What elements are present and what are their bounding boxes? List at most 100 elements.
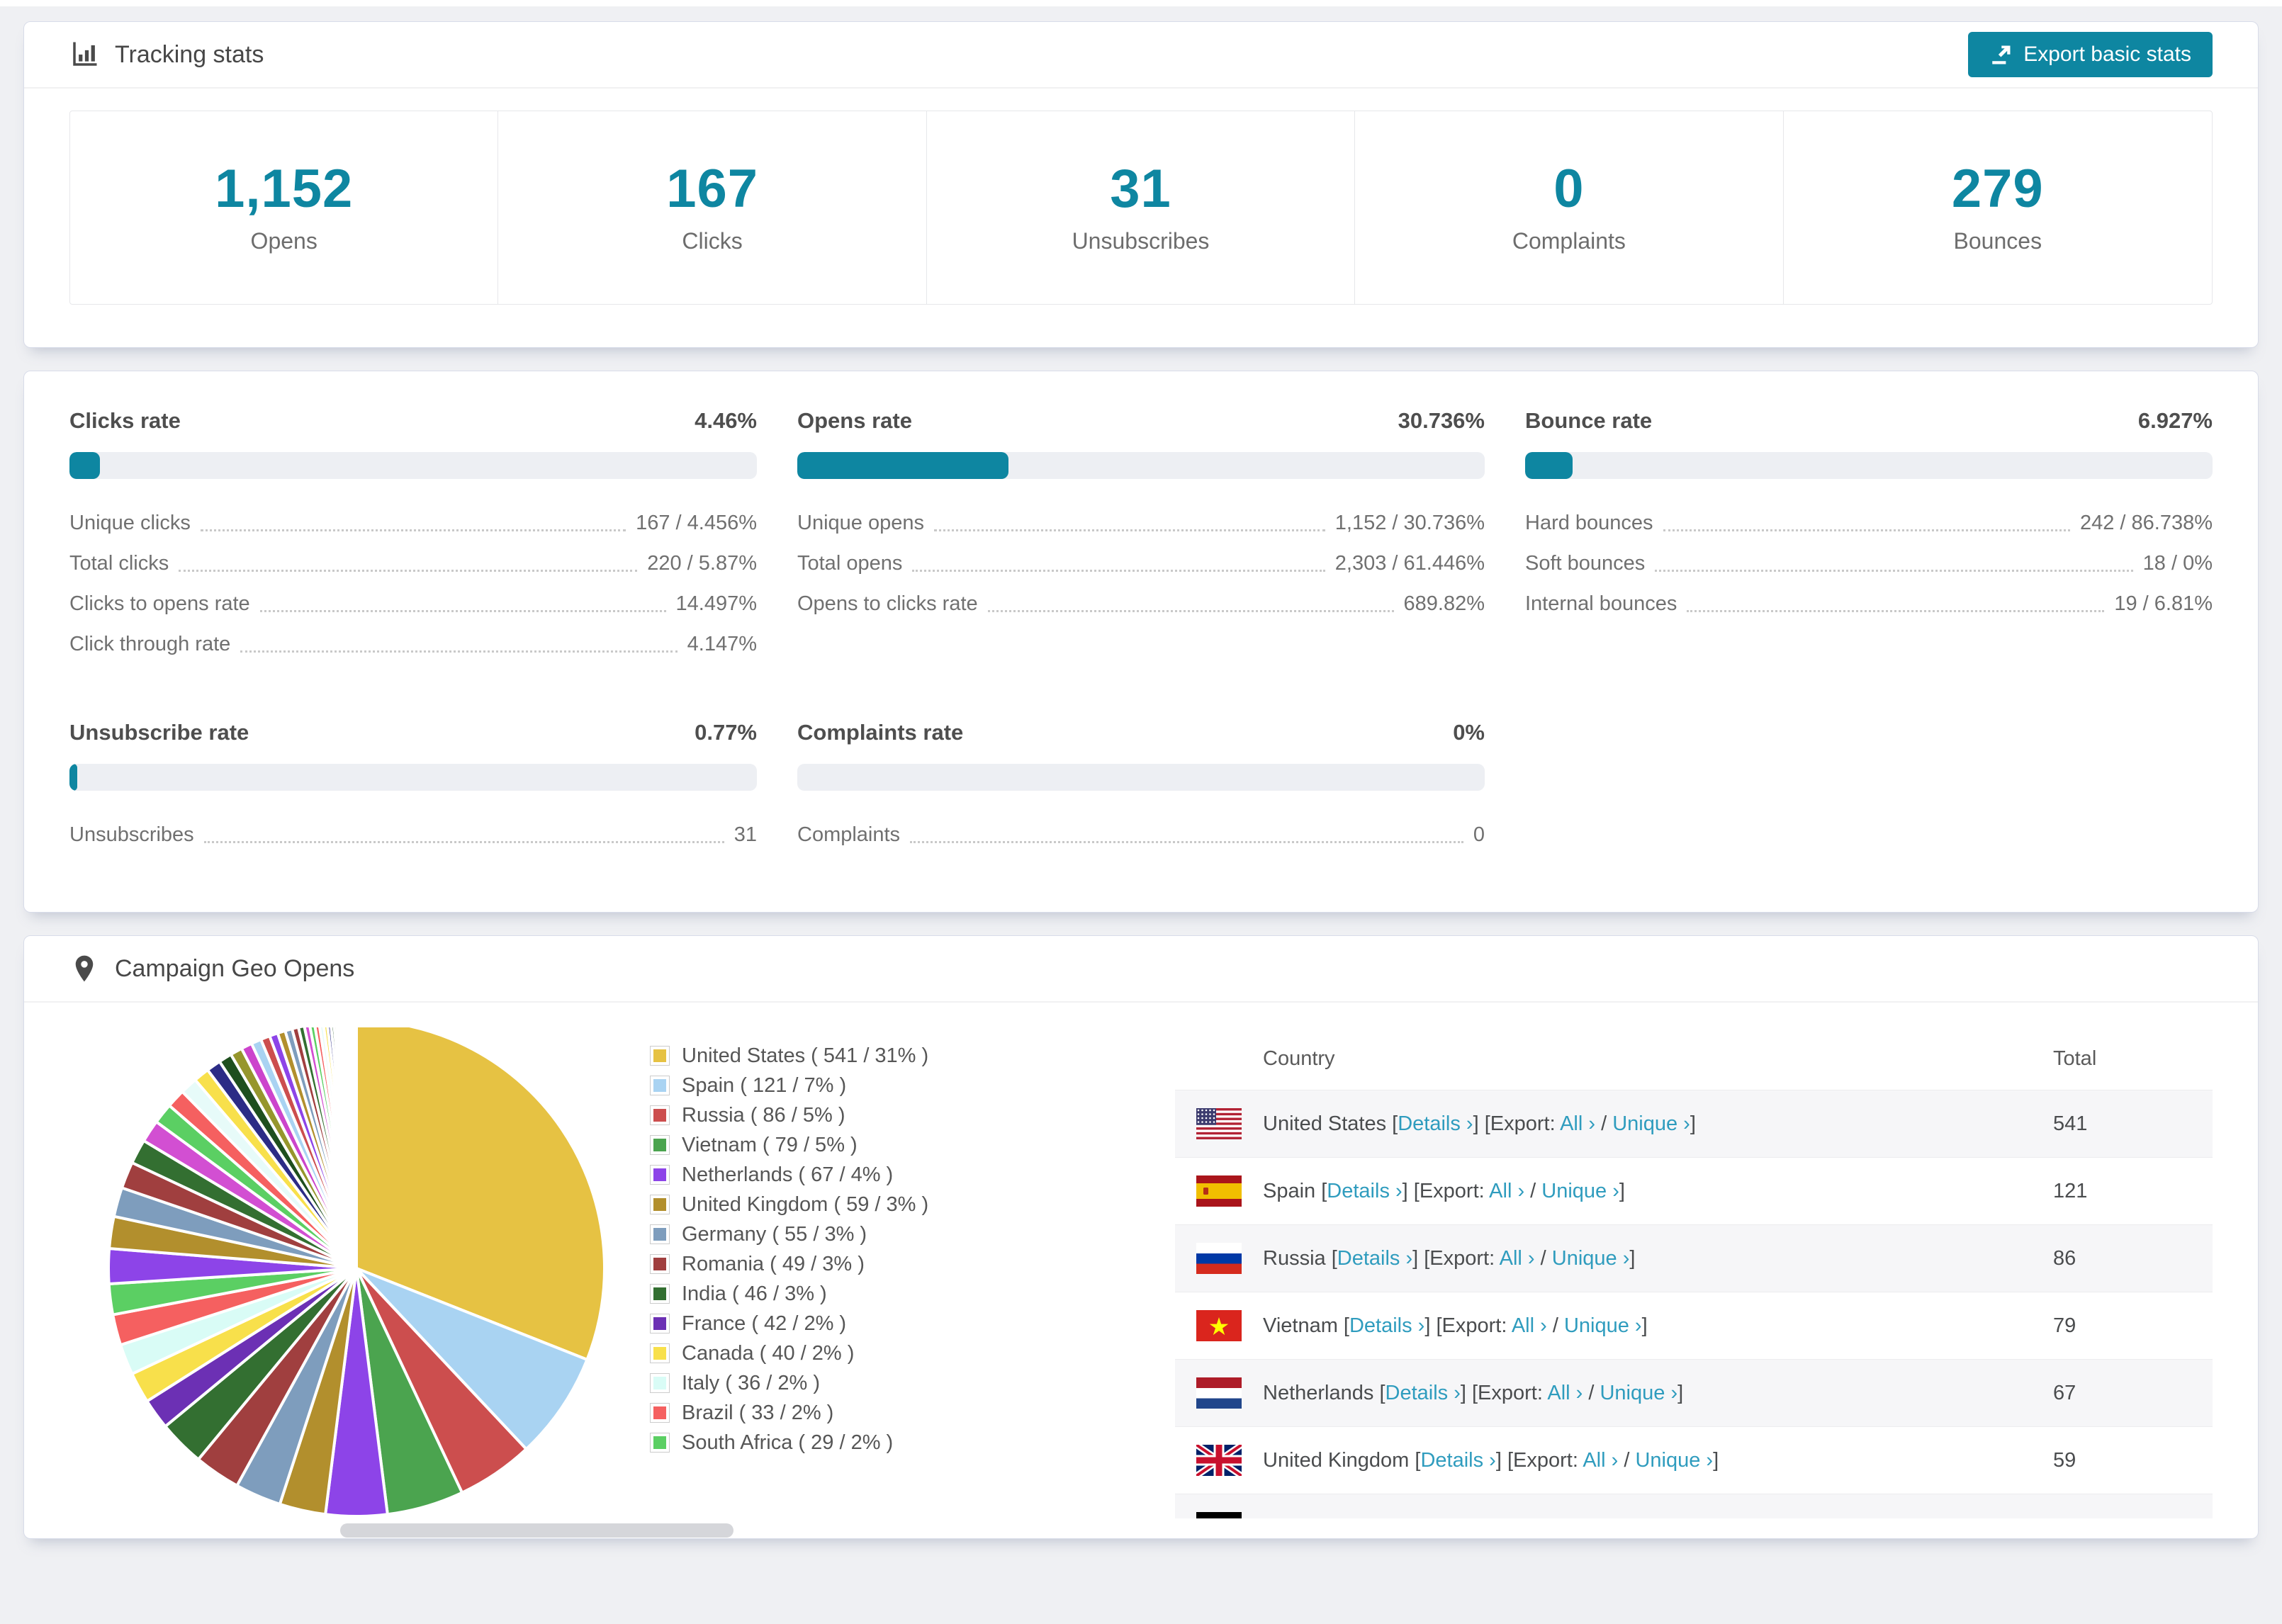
- details-link[interactable]: Details ›: [1398, 1112, 1473, 1135]
- progress-bar-fill: [69, 764, 77, 791]
- rate-detail-label: Unsubscribes: [69, 823, 194, 846]
- ru-flag-icon: [1196, 1243, 1242, 1274]
- country-name: United Kingdom: [1263, 1448, 1415, 1472]
- details-link[interactable]: Details ›: [1337, 1247, 1412, 1270]
- gb-flag-icon: [1196, 1445, 1242, 1476]
- progress-bar: [69, 452, 757, 479]
- progress-bar-fill: [1525, 452, 1573, 479]
- legend-label: France ( 42 / 2% ): [682, 1312, 847, 1335]
- legend-item-russia[interactable]: Russia ( 86 / 5% ): [650, 1105, 1175, 1126]
- total-cell: 541: [2053, 1112, 2088, 1135]
- country-column-header: Country: [1263, 1047, 1335, 1070]
- geo-opens-card: Campaign Geo Opens United States ( 541 /…: [23, 935, 2259, 1539]
- total-cell: 86: [2053, 1246, 2076, 1270]
- country-links: Netherlands [Details ›] [Export: All › /…: [1263, 1381, 1684, 1404]
- export-unique-link[interactable]: Unique ›: [1600, 1382, 1677, 1404]
- rate-title: Unsubscribe rate: [69, 720, 249, 745]
- rate-detail-label: Complaints: [797, 823, 901, 846]
- rate-head: Bounce rate 6.927%: [1525, 408, 2213, 434]
- details-link[interactable]: Details ›: [1386, 1382, 1461, 1404]
- legend-label: India ( 46 / 3% ): [682, 1282, 827, 1305]
- geo-pie-legend: United States ( 541 / 31% ) Spain ( 121 /…: [650, 1027, 1175, 1527]
- export-all-link[interactable]: All ›: [1560, 1112, 1595, 1135]
- legend-item-south-africa[interactable]: South Africa ( 29 / 2% ): [650, 1432, 1175, 1453]
- legend-swatch: [650, 1254, 670, 1274]
- legend-swatch: [650, 1224, 670, 1244]
- rate-detail-row: Clicks to opens rate 14.497%: [69, 584, 757, 624]
- rates-card: Clicks rate 4.46% Unique clicks 167 / 4.456…: [23, 371, 2259, 913]
- country-links: Russia [Details ›] [Export: All › / Uniq…: [1263, 1246, 1636, 1270]
- rate-detail-value: 31: [734, 823, 757, 846]
- rate-rows: Hard bounces 242 / 86.738% Soft bounces 18 …: [1525, 503, 2213, 624]
- export-unique-link[interactable]: Unique ›: [1564, 1314, 1642, 1337]
- export-all-link[interactable]: All ›: [1547, 1382, 1583, 1404]
- export-icon: [1992, 45, 2011, 64]
- legend-label: Italy ( 36 / 2% ): [682, 1372, 821, 1394]
- stats-row: 1,152 Opens 167 Clicks 31 Unsubscribes 0 Compla…: [69, 111, 2213, 305]
- progress-bar: [797, 452, 1485, 479]
- progress-bar-fill: [797, 452, 1009, 479]
- map-marker-icon: [75, 955, 94, 982]
- rate-head: Clicks rate 4.46%: [69, 408, 757, 434]
- legend-swatch: [650, 1433, 670, 1453]
- stat-label: Opens: [250, 228, 317, 254]
- legend-item-germany[interactable]: Germany ( 55 / 3% ): [650, 1224, 1175, 1245]
- dotted-leader: [933, 529, 1325, 531]
- stat-label: Bounces: [1953, 228, 2042, 254]
- legend-item-romania[interactable]: Romania ( 49 / 3% ): [650, 1253, 1175, 1275]
- rate-block-opens-rate: Opens rate 30.736% Unique opens 1,152 / 30.…: [797, 408, 1485, 665]
- export-all-link[interactable]: All ›: [1583, 1449, 1618, 1472]
- country-cell: United Kingdom [Details ›] [Export: All …: [1175, 1445, 2053, 1476]
- rate-detail-value: 220 / 5.87%: [647, 552, 757, 575]
- legend-item-vietnam[interactable]: Vietnam ( 79 / 5% ): [650, 1134, 1175, 1156]
- legend-item-spain[interactable]: Spain ( 121 / 7% ): [650, 1074, 1175, 1097]
- details-link[interactable]: Details ›: [1349, 1314, 1424, 1337]
- legend-item-brazil[interactable]: Brazil ( 33 / 2% ): [650, 1402, 1175, 1423]
- total-cell: 67: [2053, 1381, 2076, 1404]
- stat-cell-complaints: 0 Complaints: [1355, 111, 1784, 304]
- rate-detail-label: Hard bounces: [1525, 512, 1653, 534]
- geo-table-row-gb: United Kingdom [Details ›] [Export: All …: [1175, 1426, 2213, 1494]
- legend-item-united-states[interactable]: United States ( 541 / 31% ): [650, 1045, 1175, 1066]
- legend-item-netherlands[interactable]: Netherlands ( 67 / 4% ): [650, 1164, 1175, 1185]
- stat-label: Unsubscribes: [1072, 228, 1210, 254]
- export-all-link[interactable]: All ›: [1512, 1314, 1547, 1337]
- legend-swatch: [650, 1373, 670, 1393]
- bar-chart-icon: [73, 42, 97, 66]
- horizontal-scrollbar-thumb[interactable]: [340, 1523, 734, 1538]
- legend-item-italy[interactable]: Italy ( 36 / 2% ): [650, 1372, 1175, 1394]
- export-unique-link[interactable]: Unique ›: [1541, 1180, 1619, 1202]
- rate-detail-value: 1,152 / 30.736%: [1334, 512, 1485, 534]
- rate-rows: Unsubscribes 31: [69, 815, 757, 855]
- details-link[interactable]: Details ›: [1420, 1449, 1495, 1472]
- total-column-header: Total: [2053, 1047, 2097, 1070]
- details-link[interactable]: Details ›: [1327, 1180, 1402, 1202]
- legend-item-canada[interactable]: Canada ( 40 / 2% ): [650, 1342, 1175, 1365]
- country-cell: Netherlands [Details ›] [Export: All › /…: [1175, 1377, 2053, 1409]
- rate-detail-label: Soft bounces: [1525, 552, 1646, 575]
- progress-bar: [1525, 452, 2213, 479]
- pie-slice-other-40[interactable]: [354, 1018, 358, 1269]
- legend-item-france[interactable]: France ( 42 / 2% ): [650, 1312, 1175, 1335]
- export-all-link[interactable]: All ›: [1489, 1180, 1524, 1202]
- legend-label: Canada ( 40 / 2% ): [682, 1342, 855, 1365]
- stat-value: 0: [1553, 159, 1585, 219]
- tracking-stats-card: Tracking stats Export basic stats 1,152 O…: [23, 21, 2259, 348]
- rate-block-bounce-rate: Bounce rate 6.927% Hard bounces 242 / 86.73…: [1525, 408, 2213, 665]
- rate-rows: Unique opens 1,152 / 30.736% Total opens 2,…: [797, 503, 1485, 624]
- legend-item-united-kingdom[interactable]: United Kingdom ( 59 / 3% ): [650, 1194, 1175, 1215]
- export-unique-link[interactable]: Unique ›: [1552, 1247, 1630, 1270]
- export-unique-link[interactable]: Unique ›: [1635, 1449, 1713, 1472]
- legend-label: Romania ( 49 / 3% ): [682, 1253, 865, 1275]
- export-button-label: Export basic stats: [2023, 43, 2191, 66]
- progress-bar: [69, 764, 757, 791]
- legend-label: Spain ( 121 / 7% ): [682, 1074, 847, 1097]
- geo-table-row-de: [1175, 1494, 2213, 1518]
- dotted-leader: [200, 529, 626, 531]
- export-basic-stats-button[interactable]: Export basic stats: [1968, 32, 2213, 77]
- legend-item-india[interactable]: India ( 46 / 3% ): [650, 1282, 1175, 1305]
- geo-opens-header: Campaign Geo Opens: [24, 936, 2258, 1003]
- export-all-link[interactable]: All ›: [1500, 1247, 1535, 1270]
- nl-flag-icon: [1196, 1377, 1242, 1409]
- export-unique-link[interactable]: Unique ›: [1612, 1112, 1690, 1135]
